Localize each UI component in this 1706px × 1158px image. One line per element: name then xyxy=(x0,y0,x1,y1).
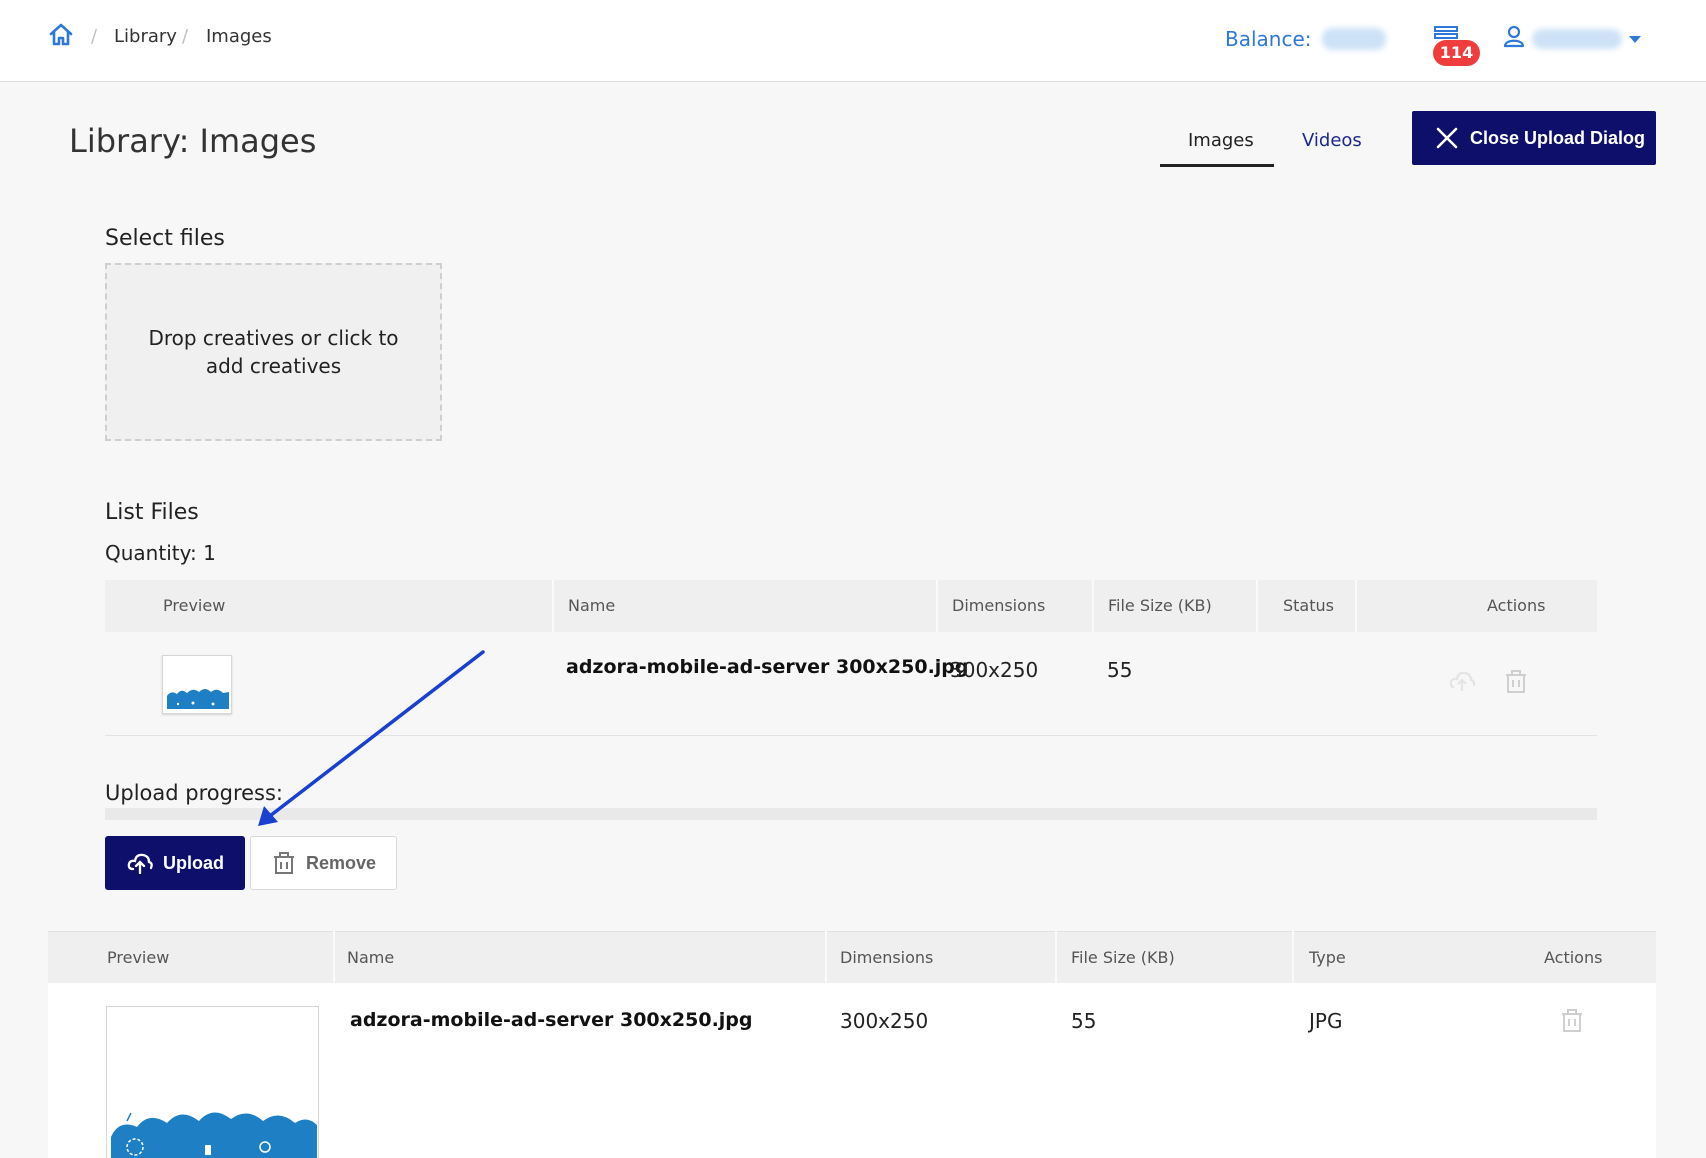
upload-button-label: Upload xyxy=(163,852,224,873)
username-redacted[interactable] xyxy=(1532,29,1622,49)
home-icon[interactable] xyxy=(48,22,74,48)
library-file-dimensions: 300x250 xyxy=(840,1009,929,1033)
remove-button-label: Remove xyxy=(306,852,377,873)
column-header-dimensions: Dimensions xyxy=(952,596,1046,615)
user-icon[interactable] xyxy=(1502,24,1526,48)
top-bar: / Library / Images Balance: 114 xyxy=(0,0,1706,82)
file-dropzone[interactable]: Drop creatives or click to add creatives xyxy=(105,263,442,441)
column-header-file-size: File Size (KB) xyxy=(1108,596,1212,615)
file-size: 55 xyxy=(1107,658,1133,682)
library-preview-thumbnail[interactable] xyxy=(106,1006,319,1158)
breadcrumb-images: Images xyxy=(206,26,272,47)
column-divider xyxy=(825,931,827,983)
library-file-size: 55 xyxy=(1071,1009,1097,1033)
breadcrumb-separator: / xyxy=(91,26,98,47)
file-preview-thumbnail xyxy=(162,655,232,714)
tab-images[interactable]: Images xyxy=(1188,130,1254,151)
column-header-type: Type xyxy=(1309,948,1346,967)
trash-icon[interactable] xyxy=(1558,1006,1586,1034)
column-header-name: Name xyxy=(347,948,395,967)
library-table-header: Preview Name Dimensions File Size (KB) T… xyxy=(48,931,1656,983)
dropzone-text: Drop creatives or click to add creatives xyxy=(148,326,399,378)
library-file-name: adzora-mobile-ad-server 300x250.jpg xyxy=(350,1009,753,1031)
library-file-type: JPG xyxy=(1309,1009,1343,1033)
upload-button[interactable]: Upload xyxy=(105,836,245,890)
column-divider xyxy=(1092,580,1094,632)
list-files-heading: List Files xyxy=(105,500,199,525)
balance-label: Balance: xyxy=(1225,27,1312,51)
column-header-actions: Actions xyxy=(1544,948,1603,967)
upload-icon[interactable] xyxy=(1448,667,1476,695)
select-files-heading: Select files xyxy=(105,226,225,251)
cloud-upload-icon xyxy=(127,853,153,874)
column-header-name: Name xyxy=(568,596,616,615)
column-divider xyxy=(1055,931,1057,983)
remove-button[interactable]: Remove xyxy=(250,836,397,890)
column-divider xyxy=(1292,931,1294,983)
breadcrumb-separator: / xyxy=(182,26,189,47)
column-divider xyxy=(552,580,554,632)
close-upload-dialog-button[interactable]: Close Upload Dialog xyxy=(1412,111,1656,165)
column-header-status: Status xyxy=(1283,596,1334,615)
table-row xyxy=(105,632,1597,736)
chevron-down-icon[interactable] xyxy=(1629,36,1641,43)
column-divider xyxy=(1355,580,1357,632)
list-files-table-header: Preview Name Dimensions File Size (KB) S… xyxy=(105,580,1597,632)
breadcrumb-library[interactable]: Library xyxy=(114,26,177,47)
column-header-dimensions: Dimensions xyxy=(840,948,934,967)
page-title: Library: Images xyxy=(69,122,317,160)
notifications-icon[interactable] xyxy=(1434,26,1458,40)
upload-progress-bar xyxy=(105,808,1597,820)
file-name: adzora-mobile-ad-server 300x250.jpg xyxy=(566,656,969,678)
files-quantity: Quantity: 1 xyxy=(105,541,216,565)
column-divider xyxy=(333,931,335,983)
tab-videos[interactable]: Videos xyxy=(1302,130,1362,151)
column-header-preview: Preview xyxy=(163,596,226,615)
column-divider xyxy=(936,580,938,632)
column-header-actions: Actions xyxy=(1487,596,1546,615)
trash-icon xyxy=(274,852,294,874)
notifications-badge[interactable]: 114 xyxy=(1433,40,1480,66)
column-header-file-size: File Size (KB) xyxy=(1071,948,1175,967)
upload-progress-label: Upload progress: xyxy=(105,781,283,805)
close-upload-dialog-label: Close Upload Dialog xyxy=(1470,127,1646,148)
column-header-preview: Preview xyxy=(107,948,170,967)
balance-value-redacted xyxy=(1322,28,1386,50)
active-tab-indicator xyxy=(1160,164,1274,167)
file-dimensions: 300x250 xyxy=(950,658,1039,682)
column-divider xyxy=(1256,580,1258,632)
close-icon xyxy=(1436,127,1458,149)
trash-icon[interactable] xyxy=(1502,667,1530,695)
